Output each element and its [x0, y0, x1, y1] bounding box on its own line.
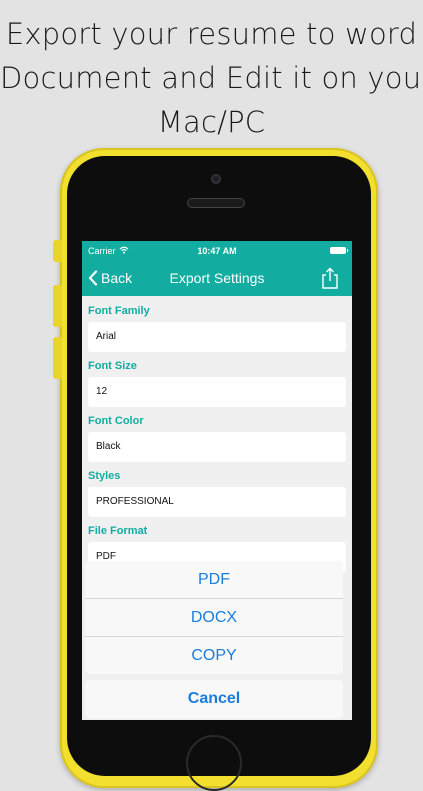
styles-label: Styles	[88, 470, 121, 482]
front-camera	[211, 174, 221, 184]
font-family-field[interactable]: Arial	[88, 322, 346, 352]
back-label: Back	[101, 270, 133, 286]
volume-down-button	[53, 337, 62, 379]
share-button[interactable]	[320, 267, 340, 289]
home-button	[186, 735, 242, 791]
headline-line-2: Document and Edit it on your	[0, 61, 423, 95]
copy-option-button[interactable]: COPY	[85, 637, 343, 674]
export-action-sheet: PDF DOCX COPY Cancel	[85, 561, 343, 718]
share-icon	[320, 267, 340, 293]
back-button[interactable]: Back	[88, 260, 132, 296]
phone-screen: Carrier 10:47 AM Back Export Settings Fo…	[82, 241, 352, 720]
headline-line-1: Export your resume to word	[5, 17, 418, 51]
headline-line-3: Mac/PC	[157, 105, 266, 139]
styles-field[interactable]: PROFESSIONAL	[88, 487, 346, 517]
font-color-field[interactable]: Black	[88, 432, 346, 462]
carrier-label: Carrier	[88, 245, 116, 256]
cancel-button[interactable]: Cancel	[85, 680, 343, 718]
volume-up-button	[53, 285, 62, 327]
chevron-left-icon	[88, 270, 98, 286]
wifi-icon	[119, 246, 129, 256]
battery-icon	[330, 247, 348, 254]
status-bar: Carrier 10:47 AM	[82, 241, 352, 260]
pdf-option-button[interactable]: PDF	[85, 561, 343, 599]
file-format-label: File Format	[88, 525, 148, 537]
action-sheet-options: PDF DOCX COPY	[85, 561, 343, 674]
earpiece-speaker	[187, 198, 245, 208]
font-family-label: Font Family	[88, 305, 150, 317]
font-color-label: Font Color	[88, 415, 144, 427]
mute-switch	[53, 240, 62, 262]
settings-form: Font Family Arial Font Size 12 Font Colo…	[82, 296, 352, 572]
promo-headline: Export your resume to word Document and …	[0, 12, 423, 144]
font-size-label: Font Size	[88, 360, 137, 372]
navigation-bar: Back Export Settings	[82, 260, 352, 296]
font-size-field[interactable]: 12	[88, 377, 346, 407]
docx-option-button[interactable]: DOCX	[85, 599, 343, 637]
